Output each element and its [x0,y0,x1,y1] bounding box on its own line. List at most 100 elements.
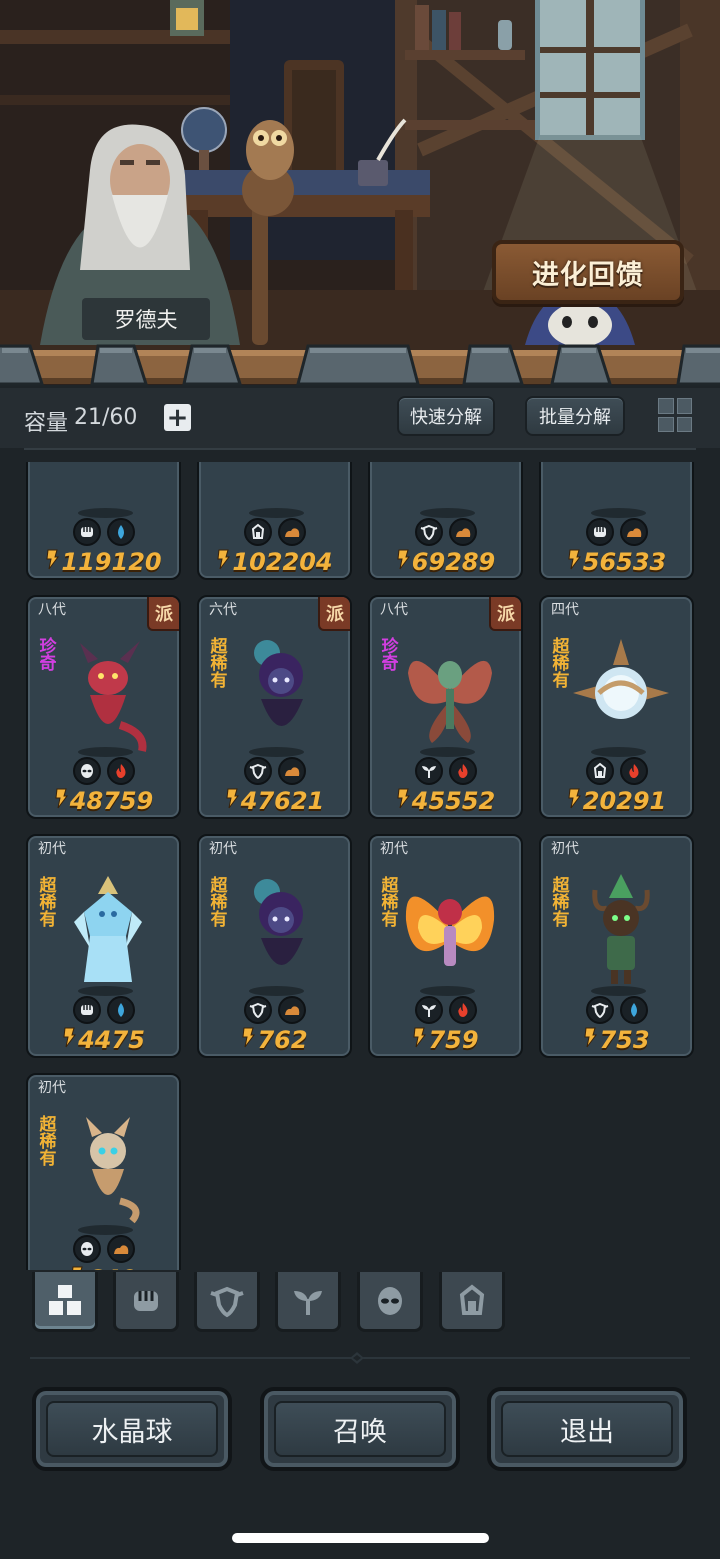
tab-alien[interactable] [357,1272,423,1332]
faction-badge: 派 [318,597,350,631]
shield-wing-icon [243,996,272,1024]
batch-decompose-button[interactable]: 批量分解 [525,396,625,436]
power-value: 47621 [240,787,325,815]
monster-tree-spirit-icon [592,874,650,984]
monster-traits [28,1235,179,1263]
tab-tower[interactable] [439,1272,505,1332]
monster-traits [541,518,692,546]
combat-power: 759 [370,1026,521,1054]
grid-cell [658,416,674,432]
tower-icon [585,757,614,785]
power-value: 102204 [232,548,333,576]
tab-nature[interactable] [275,1272,341,1332]
monster-card[interactable]: 102204 [197,462,352,580]
monster-shadow [591,747,646,757]
summon-button[interactable]: 召唤 [260,1387,460,1471]
earth-element-icon [619,518,648,546]
grid-view-toggle[interactable] [656,396,694,434]
crystal-ball-button-label: 水晶球 [46,1401,218,1457]
exit-button[interactable]: 退出 [487,1387,687,1471]
monster-card[interactable]: 69289 [368,462,523,580]
monster-fire-fairy-icon [405,896,495,966]
rarity-label: 超稀有 [39,876,57,930]
separator-ornament-icon [350,1352,364,1364]
monster-dark-icon [231,462,327,514]
shield-wing-icon [243,757,272,785]
shield-wing-icon [414,518,443,546]
tab-fighter[interactable] [113,1272,179,1332]
alien-icon [72,1235,101,1263]
generation-label: 八代 [380,602,408,618]
capacity-display: 容量 21/60 [24,405,137,437]
evolution-reward-button[interactable]: 进化回馈 [492,240,684,304]
monster-traits [541,757,692,785]
monster-grid-scroll[interactable]: 119120 102204 69289 56533 八代 派珍奇 48759 六代 派超稀有 47… [0,462,720,1270]
alien-icon [72,757,101,785]
monster-card[interactable]: 56533 [539,462,694,580]
power-icon [412,1026,427,1054]
earth-element-icon [448,518,477,546]
generation-label: 八代 [38,602,66,618]
monster-traits [370,996,521,1024]
power-value: 4475 [78,1026,145,1054]
monster-card[interactable]: 初代 超稀有 759 [368,834,523,1058]
power-icon [567,548,581,576]
expand-capacity-button[interactable]: + [164,404,191,431]
combat-power: 762 [199,1026,350,1054]
combat-power: 45552 [370,787,521,815]
monster-dark-icon [402,462,498,514]
monster-card[interactable]: 八代 派珍奇 45552 [368,595,523,819]
tower-icon [454,1283,490,1319]
rarity-label: 超稀有 [39,1115,57,1169]
monster-traits [28,757,179,785]
power-icon [62,1026,77,1054]
tab-all[interactable] [32,1272,98,1332]
power-icon [225,787,239,815]
power-icon [216,548,231,576]
monster-orb-machine-icon [573,639,669,719]
shield-wing-icon [585,996,614,1024]
monster-traits [370,757,521,785]
evolution-button-label: 进化回馈 [532,259,644,291]
earth-element-icon [277,518,306,546]
stone-border-divider [0,344,720,386]
combat-power: 20291 [541,787,692,815]
monster-shadow [420,508,475,518]
sprout-icon [290,1283,326,1319]
water-element-icon [106,996,135,1024]
rarity-label: 超稀有 [381,876,399,930]
monster-card[interactable]: 初代 超稀有 4475 [26,834,181,1058]
power-icon [567,787,581,815]
monster-card[interactable]: 四代 超稀有 20291 [539,595,694,819]
monster-card[interactable]: 八代 派珍奇 48759 [26,595,181,819]
monster-card[interactable]: 初代 超稀有 753 [539,834,694,1058]
monster-rose-witch-icon [254,640,303,726]
monster-shadow [249,508,304,518]
power-value: 69289 [411,548,496,576]
monster-card[interactable]: 初代 超稀有 762 [197,834,352,1058]
monster-card[interactable]: 初代超稀有640 [26,1073,181,1270]
grid-cell [658,398,674,414]
rarity-label: 超稀有 [210,876,228,930]
combat-power: 119120 [28,548,179,576]
monster-shadow [78,1225,133,1235]
tab-guardian[interactable] [194,1272,260,1332]
monster-card[interactable]: 119120 [26,462,181,580]
monster-card[interactable]: 六代 派超稀有 47621 [197,595,352,819]
fist-icon [72,518,101,546]
monster-traits [199,996,350,1024]
combat-power: 48759 [28,787,179,815]
monster-ice-golem-icon [74,876,142,982]
monster-shadow [78,508,133,518]
home-indicator[interactable] [232,1533,489,1543]
quick-decompose-button[interactable]: 快速分解 [397,396,495,436]
app-root: 罗德夫 进化回馈 容量 21/60 + 快速分解 批量分解 119120 102… [0,0,720,1559]
tower-icon [243,518,272,546]
monster-shadow [420,986,475,996]
grid-cell [676,398,692,414]
earth-element-icon [277,996,306,1024]
crystal-ball-button[interactable]: 水晶球 [32,1387,232,1471]
monster-traits [541,996,692,1024]
monster-shadow [591,986,646,996]
power-value: 762 [257,1026,308,1054]
